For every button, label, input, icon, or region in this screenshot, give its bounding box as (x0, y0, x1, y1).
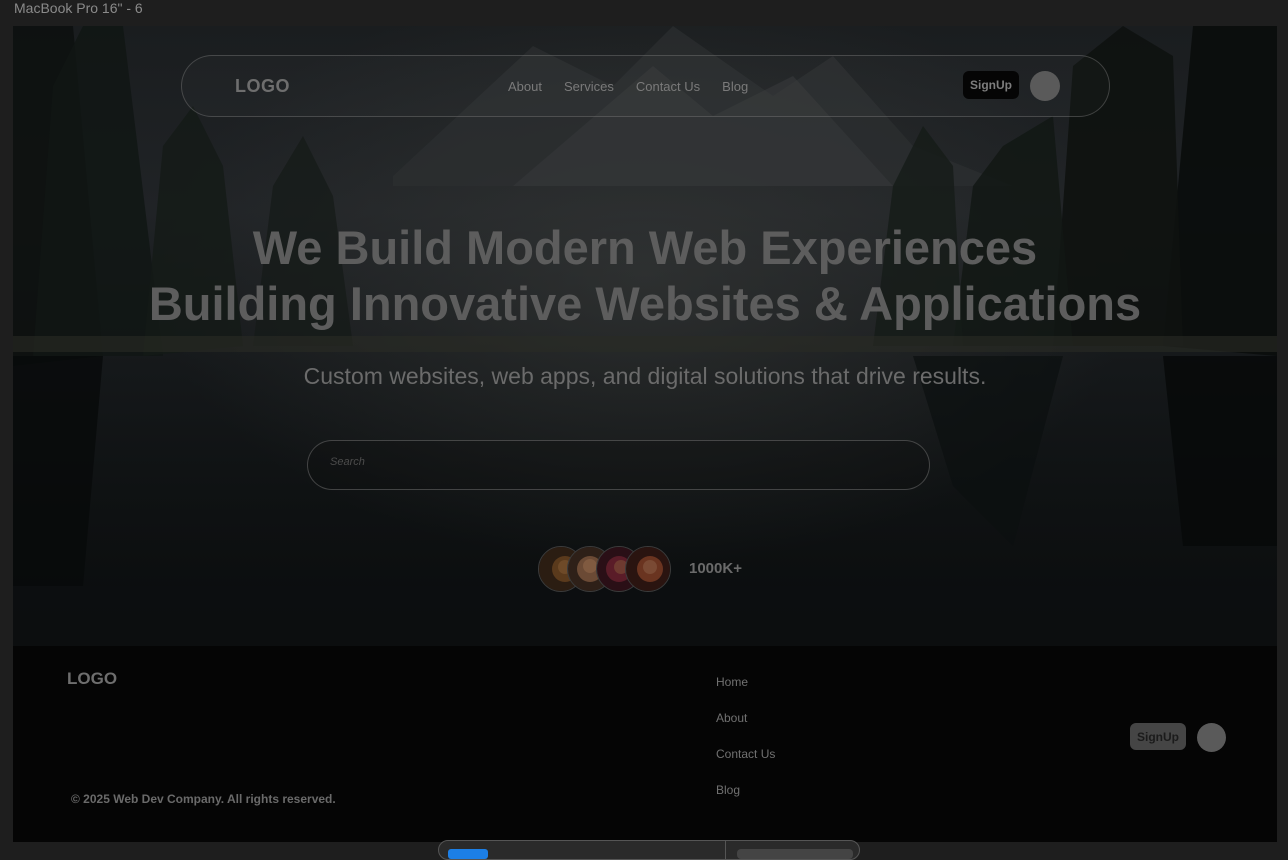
nav-link-about[interactable]: About (508, 79, 542, 94)
footer-link-about[interactable]: About (716, 711, 775, 747)
search-field[interactable] (307, 440, 930, 490)
toolbar-control[interactable] (737, 849, 853, 859)
user-avatar-group (538, 546, 678, 592)
page-frame: LOGO About Services Contact Us Blog Sign… (13, 26, 1277, 842)
copyright-text: © 2025 Web Dev Company. All rights reser… (71, 792, 336, 806)
toolbar-divider (725, 841, 726, 859)
hero-headline-secondary: Building Innovative Websites & Applicati… (148, 277, 1142, 330)
hero-headline-primary: We Build Modern Web Experiences (252, 221, 1038, 274)
nav-link-contact-us[interactable]: Contact Us (636, 79, 700, 94)
header-logo[interactable]: LOGO (235, 76, 290, 97)
nav-link-blog[interactable]: Blog (722, 79, 748, 94)
footer-links: Home About Contact Us Blog (716, 675, 775, 819)
editor-bottom-toolbar (438, 840, 860, 860)
nav-link-services[interactable]: Services (564, 79, 614, 94)
profile-avatar-icon[interactable] (1030, 71, 1060, 101)
frame-label: MacBook Pro 16" - 6 (14, 0, 143, 16)
signup-button[interactable]: SignUp (963, 71, 1019, 99)
user-avatar (625, 546, 671, 592)
footer-logo[interactable]: LOGO (67, 669, 117, 689)
footer-link-contact-us[interactable]: Contact Us (716, 747, 775, 783)
user-count: 1000K+ (689, 560, 742, 577)
footer-link-home[interactable]: Home (716, 675, 775, 711)
toolbar-active-tool[interactable] (448, 849, 488, 859)
search-input[interactable] (330, 456, 890, 468)
hero-section: LOGO About Services Contact Us Blog Sign… (13, 26, 1277, 646)
top-navbar: LOGO About Services Contact Us Blog Sign… (181, 55, 1110, 117)
footer: LOGO Home About Contact Us Blog SignUp ©… (13, 646, 1277, 842)
nav-links: About Services Contact Us Blog (508, 79, 770, 94)
footer-profile-avatar-icon[interactable] (1197, 723, 1226, 752)
hero-subtitle: Custom websites, web apps, and digital s… (303, 363, 987, 389)
footer-link-blog[interactable]: Blog (716, 783, 775, 819)
footer-signup-button[interactable]: SignUp (1130, 723, 1186, 750)
